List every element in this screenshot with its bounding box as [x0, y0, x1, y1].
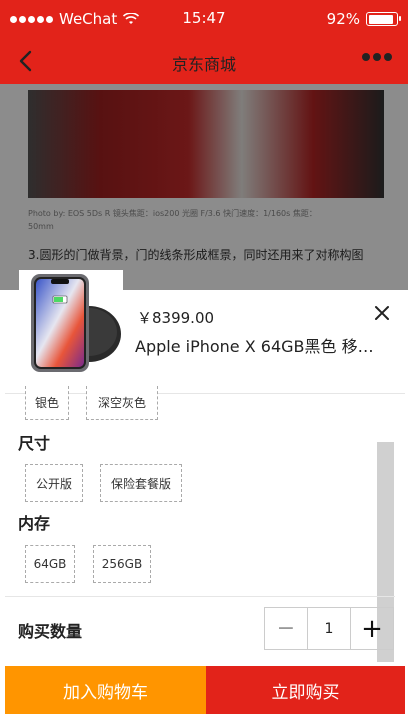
battery-fill — [368, 14, 393, 24]
nav-bar: 京东商城 — [0, 38, 408, 84]
buy-now-button[interactable]: 立即购买 — [206, 666, 405, 714]
more-options-icon[interactable] — [362, 53, 392, 61]
color-option-space-gray[interactable]: 深空灰色 — [86, 386, 158, 420]
battery-icon — [366, 12, 401, 26]
add-to-cart-button[interactable]: 加入购物车 — [5, 666, 206, 714]
increase-button[interactable]: + — [350, 608, 393, 649]
status-bar: WeChat 15:47 92% — [0, 0, 408, 38]
quantity-row: 购买数量 − 1 + — [5, 596, 395, 656]
product-price: ￥8399.00 — [137, 309, 215, 327]
close-icon[interactable] — [373, 304, 391, 322]
memory-option-256gb[interactable]: 256GB — [93, 545, 151, 583]
memory-option-64gb[interactable]: 64GB — [25, 545, 75, 583]
iphone-image — [31, 274, 121, 372]
quantity-stepper: − 1 + — [264, 607, 394, 650]
product-name: Apple iPhone X 64GB黑色 移动联通电信4G手机 — [135, 337, 389, 356]
size-option-standard[interactable]: 公开版 — [25, 464, 83, 502]
overlay-mask[interactable] — [0, 84, 408, 290]
action-bar: 加入购物车 立即购买 — [5, 666, 405, 714]
status-right: 92% — [326, 10, 401, 28]
product-thumbnail — [19, 270, 123, 374]
page-title: 京东商城 — [171, 55, 236, 74]
product-options-sheet: ￥8399.00 Apple iPhone X 64GB黑色 移动联通电信4G手… — [5, 270, 405, 714]
quantity-label: 购买数量 — [18, 622, 83, 641]
battery-percent: 92% — [326, 10, 360, 28]
quantity-value[interactable]: 1 — [308, 608, 350, 649]
sheet-header: ￥8399.00 Apple iPhone X 64GB黑色 移动联通电信4G手… — [5, 270, 405, 394]
decrease-button[interactable]: − — [265, 608, 308, 649]
memory-label: 内存 — [18, 514, 51, 533]
color-option-silver[interactable]: 银色 — [25, 386, 69, 420]
size-option-insurance[interactable]: 保险套餐版 — [100, 464, 182, 502]
phone-screen: WeChat 15:47 92% 京东商城 Photo by: EOS 5Ds … — [0, 0, 408, 714]
size-label: 尺寸 — [18, 434, 51, 453]
